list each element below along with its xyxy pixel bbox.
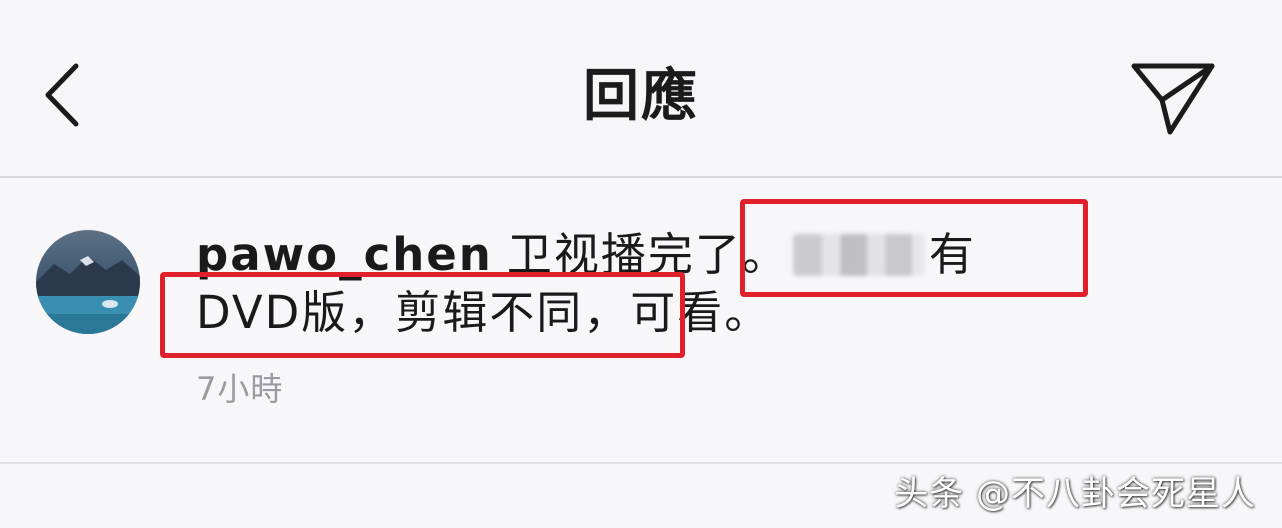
watermark: 头条 @不八卦会死星人 — [894, 474, 1256, 514]
page-title: 回應 — [583, 64, 699, 129]
send-button[interactable] — [1128, 58, 1218, 138]
avatar[interactable] — [36, 230, 140, 334]
top-bar: 回應 — [0, 0, 1282, 178]
divider — [0, 462, 1282, 464]
highlight-box — [740, 199, 1088, 297]
comment-timestamp: 7小時 — [196, 370, 284, 408]
paper-plane-icon — [1131, 63, 1215, 135]
highlight-box — [160, 272, 685, 358]
